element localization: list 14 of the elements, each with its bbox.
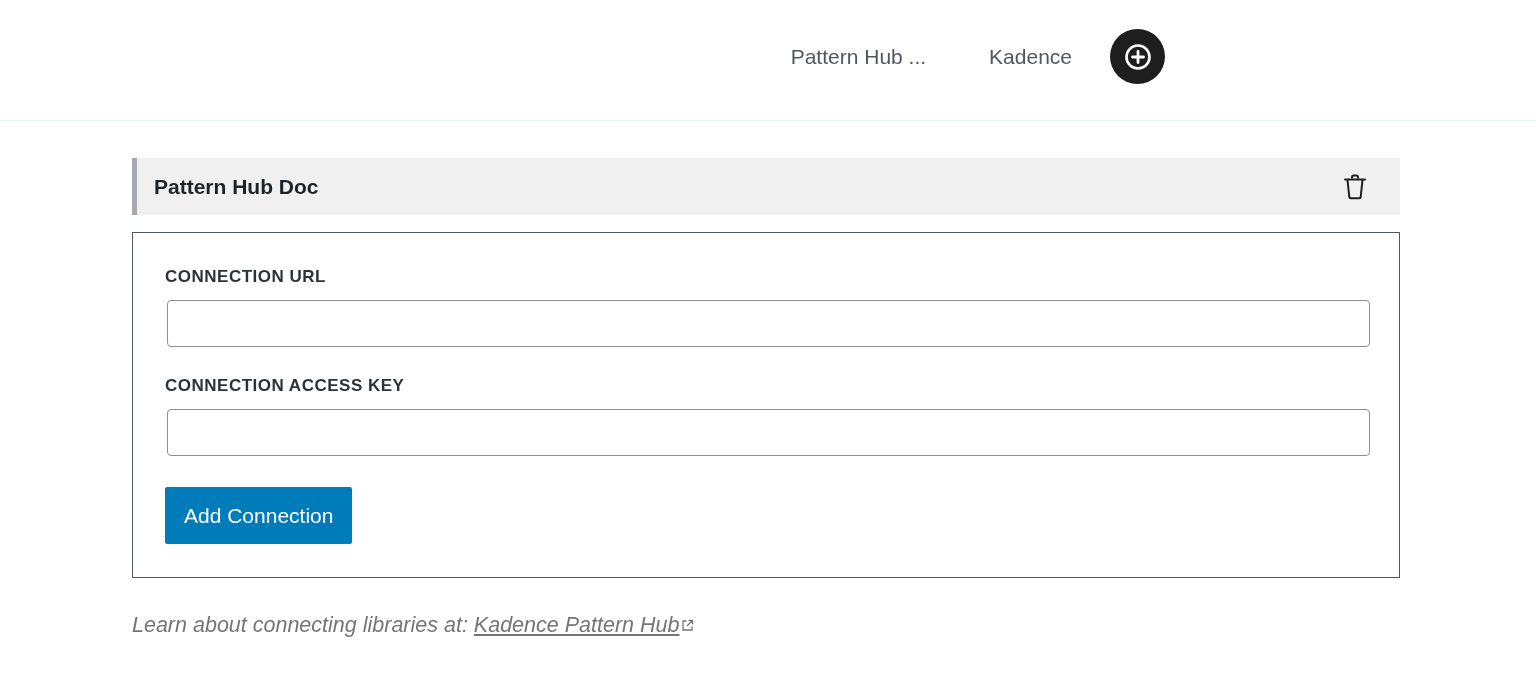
library-title: Pattern Hub Doc xyxy=(154,174,319,199)
input-field[interactable] xyxy=(167,300,1370,347)
add-connection-button[interactable]: Add Connection xyxy=(165,487,353,544)
help-text: Learn about connecting libraries at: Kadence Pattern Hub xyxy=(132,613,1400,638)
add-library-button[interactable] xyxy=(1110,29,1165,84)
library-tab[interactable]: Pattern Hub ... xyxy=(790,38,927,75)
external-link-icon xyxy=(681,619,695,632)
plus-circle-icon xyxy=(1124,43,1151,70)
library-tab[interactable]: Kadence xyxy=(989,38,1072,75)
pattern-hub-link[interactable]: Kadence Pattern Hub xyxy=(473,613,695,638)
field-label: CONNECTION URL xyxy=(165,267,327,287)
input-field[interactable] xyxy=(167,409,1370,456)
trash-icon xyxy=(1344,173,1366,200)
field-label: CONNECTION ACCESS KEY xyxy=(165,376,406,396)
